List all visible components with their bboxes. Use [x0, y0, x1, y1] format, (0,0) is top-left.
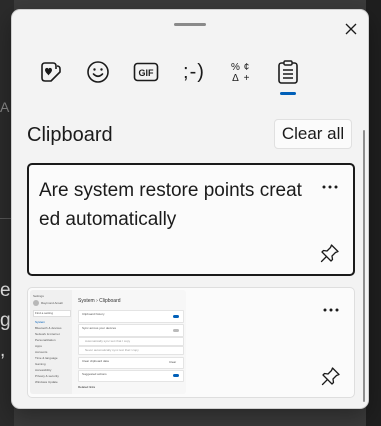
- scrollbar[interactable]: [363, 130, 365, 402]
- thumbnail-text: Accessibility: [35, 368, 52, 372]
- thumbnail-breadcrumb: System › Clipboard: [78, 298, 121, 304]
- thumbnail-row: Sync across your devices: [78, 324, 184, 337]
- clipboard-item-content: Are system restore points created automa…: [39, 180, 302, 230]
- tab-emoji[interactable]: [83, 54, 113, 90]
- pin-icon: [321, 367, 340, 386]
- thumbnail-text: Privacy & security: [35, 374, 59, 378]
- clipboard-item-image[interactable]: Settings Raymond Ansah Find a setting Sy…: [27, 287, 355, 398]
- thumbnail-search: Find a setting: [33, 310, 71, 317]
- kaomoji-icon: ;-): [183, 60, 205, 83]
- thumbnail-text: Windows Update: [35, 380, 58, 384]
- thumbnail-text: Gaming: [35, 362, 46, 366]
- close-icon: [345, 23, 357, 35]
- thumbnail-text: Time & language: [35, 356, 58, 360]
- thumbnail-text: Personalization: [35, 338, 56, 342]
- clipboard-image-thumbnail: Settings Raymond Ansah Find a setting Sy…: [30, 290, 186, 394]
- thumbnail-row: Suggested actions: [78, 370, 184, 382]
- thumbnail-text: System: [35, 320, 46, 324]
- thumbnail-text: Related links: [78, 385, 96, 389]
- smiley-icon: [87, 61, 109, 83]
- thumbnail-text: Accounts: [35, 350, 48, 354]
- tab-bar: GIF ;-) % ¢ Δ +: [36, 54, 326, 104]
- tab-kaomoji[interactable]: ;-): [179, 54, 209, 90]
- gif-icon: GIF: [133, 62, 159, 82]
- more-icon: [322, 185, 338, 189]
- thumbnail-text: Network & internet: [35, 332, 60, 336]
- tab-stickers[interactable]: [36, 54, 66, 90]
- more-options-button[interactable]: [317, 173, 343, 201]
- clear-all-button[interactable]: Clear all: [274, 119, 352, 149]
- more-options-button[interactable]: [318, 296, 344, 324]
- thumbnail-text: Settings: [33, 294, 44, 298]
- thumbnail-text: Bluetooth & devices: [35, 326, 62, 330]
- clipboard-panel: GIF ;-) % ¢ Δ + Clipboard Clear all Are …: [12, 10, 368, 408]
- thumbnail-row: Clipboard history: [78, 310, 184, 323]
- background-window-right: [366, 0, 381, 426]
- svg-text:¢: ¢: [244, 62, 250, 73]
- svg-text:GIF: GIF: [139, 68, 155, 78]
- thumbnail-row: Automatically sync text that I copy: [78, 337, 184, 346]
- tab-clipboard[interactable]: [273, 54, 303, 90]
- thumbnail-row: Never automatically sync text that I cop…: [78, 346, 184, 355]
- heart-sticker-icon: [41, 62, 61, 82]
- thumbnail-text: Raymond Ansah: [41, 301, 64, 305]
- clipboard-icon: [278, 60, 298, 84]
- svg-text:%: %: [231, 62, 240, 73]
- thumbnail-row: Clear clipboard data Clear: [78, 357, 184, 369]
- pin-button[interactable]: [317, 240, 343, 266]
- tab-gif[interactable]: GIF: [131, 54, 161, 90]
- more-icon: [323, 308, 339, 312]
- pin-icon: [320, 244, 339, 263]
- svg-text:Δ: Δ: [232, 73, 239, 84]
- clipboard-item-text[interactable]: Are system restore points created automa…: [27, 163, 355, 276]
- svg-text:+: +: [244, 73, 250, 84]
- drag-handle[interactable]: [174, 23, 206, 26]
- tab-symbols[interactable]: % ¢ Δ +: [226, 54, 256, 90]
- active-tab-indicator: [280, 92, 296, 95]
- symbols-icon: % ¢ Δ +: [231, 62, 250, 84]
- section-title: Clipboard: [27, 124, 113, 146]
- thumbnail-text: Apps: [35, 344, 42, 348]
- thumbnail-avatar: [33, 300, 39, 306]
- pin-button[interactable]: [318, 363, 344, 389]
- close-button[interactable]: [338, 16, 364, 42]
